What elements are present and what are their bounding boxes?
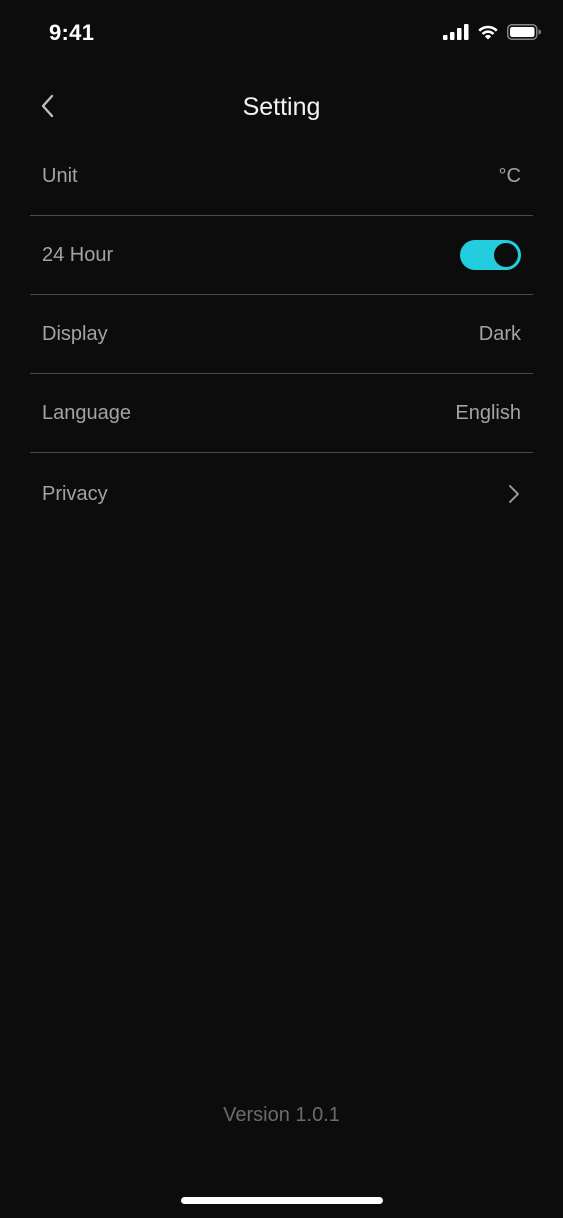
setting-row-privacy[interactable]: Privacy xyxy=(30,453,533,535)
language-label: Language xyxy=(42,401,131,424)
setting-row-display[interactable]: Display Dark xyxy=(30,295,533,374)
wifi-icon xyxy=(477,24,499,45)
nav-bar: Setting xyxy=(0,80,563,136)
unit-value: °C xyxy=(498,164,521,187)
status-time: 9:41 xyxy=(49,20,95,45)
24-hour-label: 24 Hour xyxy=(42,243,114,266)
home-indicator[interactable] xyxy=(181,1197,383,1204)
setting-row-language[interactable]: Language English xyxy=(30,374,533,453)
toggle-knob xyxy=(494,243,518,267)
version-text: Version 1.0.1 xyxy=(223,1104,340,1126)
settings-list: Unit °C 24 Hour Display Dark Language En… xyxy=(30,137,533,535)
page-title: Setting xyxy=(242,93,321,121)
status-bar: 9:41 xyxy=(0,0,563,70)
display-label: Display xyxy=(42,322,108,345)
signal-icon xyxy=(443,24,469,45)
chevron-right-icon xyxy=(504,484,524,504)
display-value: Dark xyxy=(478,322,521,345)
language-value: English xyxy=(455,401,521,424)
battery-icon xyxy=(507,24,541,45)
24-hour-toggle[interactable] xyxy=(460,240,521,270)
privacy-label: Privacy xyxy=(42,482,108,505)
setting-row-unit[interactable]: Unit °C xyxy=(30,137,533,216)
unit-label: Unit xyxy=(42,164,78,187)
setting-row-24-hour: 24 Hour xyxy=(30,216,533,295)
status-icons xyxy=(443,24,541,45)
